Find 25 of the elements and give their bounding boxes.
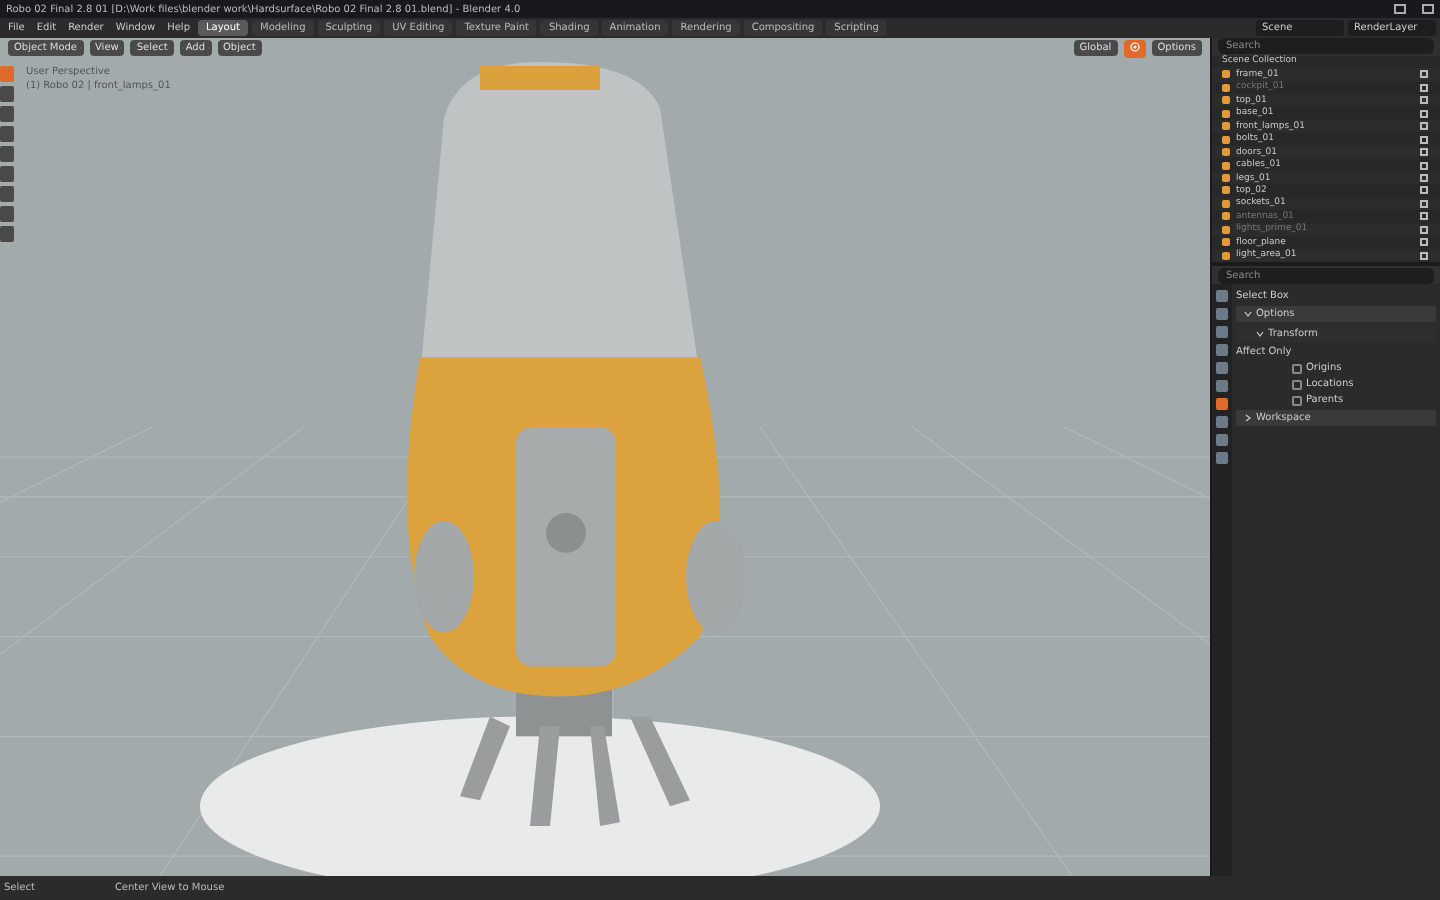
checkbox-icon[interactable] <box>1420 96 1428 105</box>
caret-icon <box>1244 310 1252 318</box>
checkbox-icon[interactable] <box>1420 225 1428 234</box>
checkbox-icon[interactable] <box>1420 148 1428 157</box>
checkbox-icon[interactable] <box>1420 83 1428 92</box>
checkbox[interactable] <box>1292 363 1302 373</box>
minimize-icon[interactable] <box>1394 4 1406 14</box>
target-icon <box>1129 41 1140 51</box>
checkbox-icon[interactable] <box>1420 70 1428 79</box>
overlay-toggle[interactable] <box>1123 39 1146 57</box>
checkbox-icon[interactable] <box>1420 135 1428 144</box>
caret-icon <box>1244 414 1252 422</box>
checkbox-icon[interactable] <box>1420 238 1428 247</box>
checkbox-icon[interactable] <box>1420 174 1428 183</box>
caret-icon <box>1256 330 1264 338</box>
checkbox[interactable] <box>1292 379 1302 389</box>
checkbox-icon[interactable] <box>1420 161 1428 170</box>
checkbox[interactable] <box>1292 395 1302 405</box>
checkbox-icon[interactable] <box>1420 251 1428 260</box>
checkbox-icon[interactable] <box>1420 199 1428 208</box>
checkbox-icon[interactable] <box>1420 186 1428 195</box>
checkbox-icon[interactable] <box>1420 109 1428 118</box>
checkbox-icon[interactable] <box>1420 122 1428 131</box>
checkbox-icon[interactable] <box>1420 212 1428 221</box>
maximize-icon[interactable] <box>1422 4 1434 14</box>
